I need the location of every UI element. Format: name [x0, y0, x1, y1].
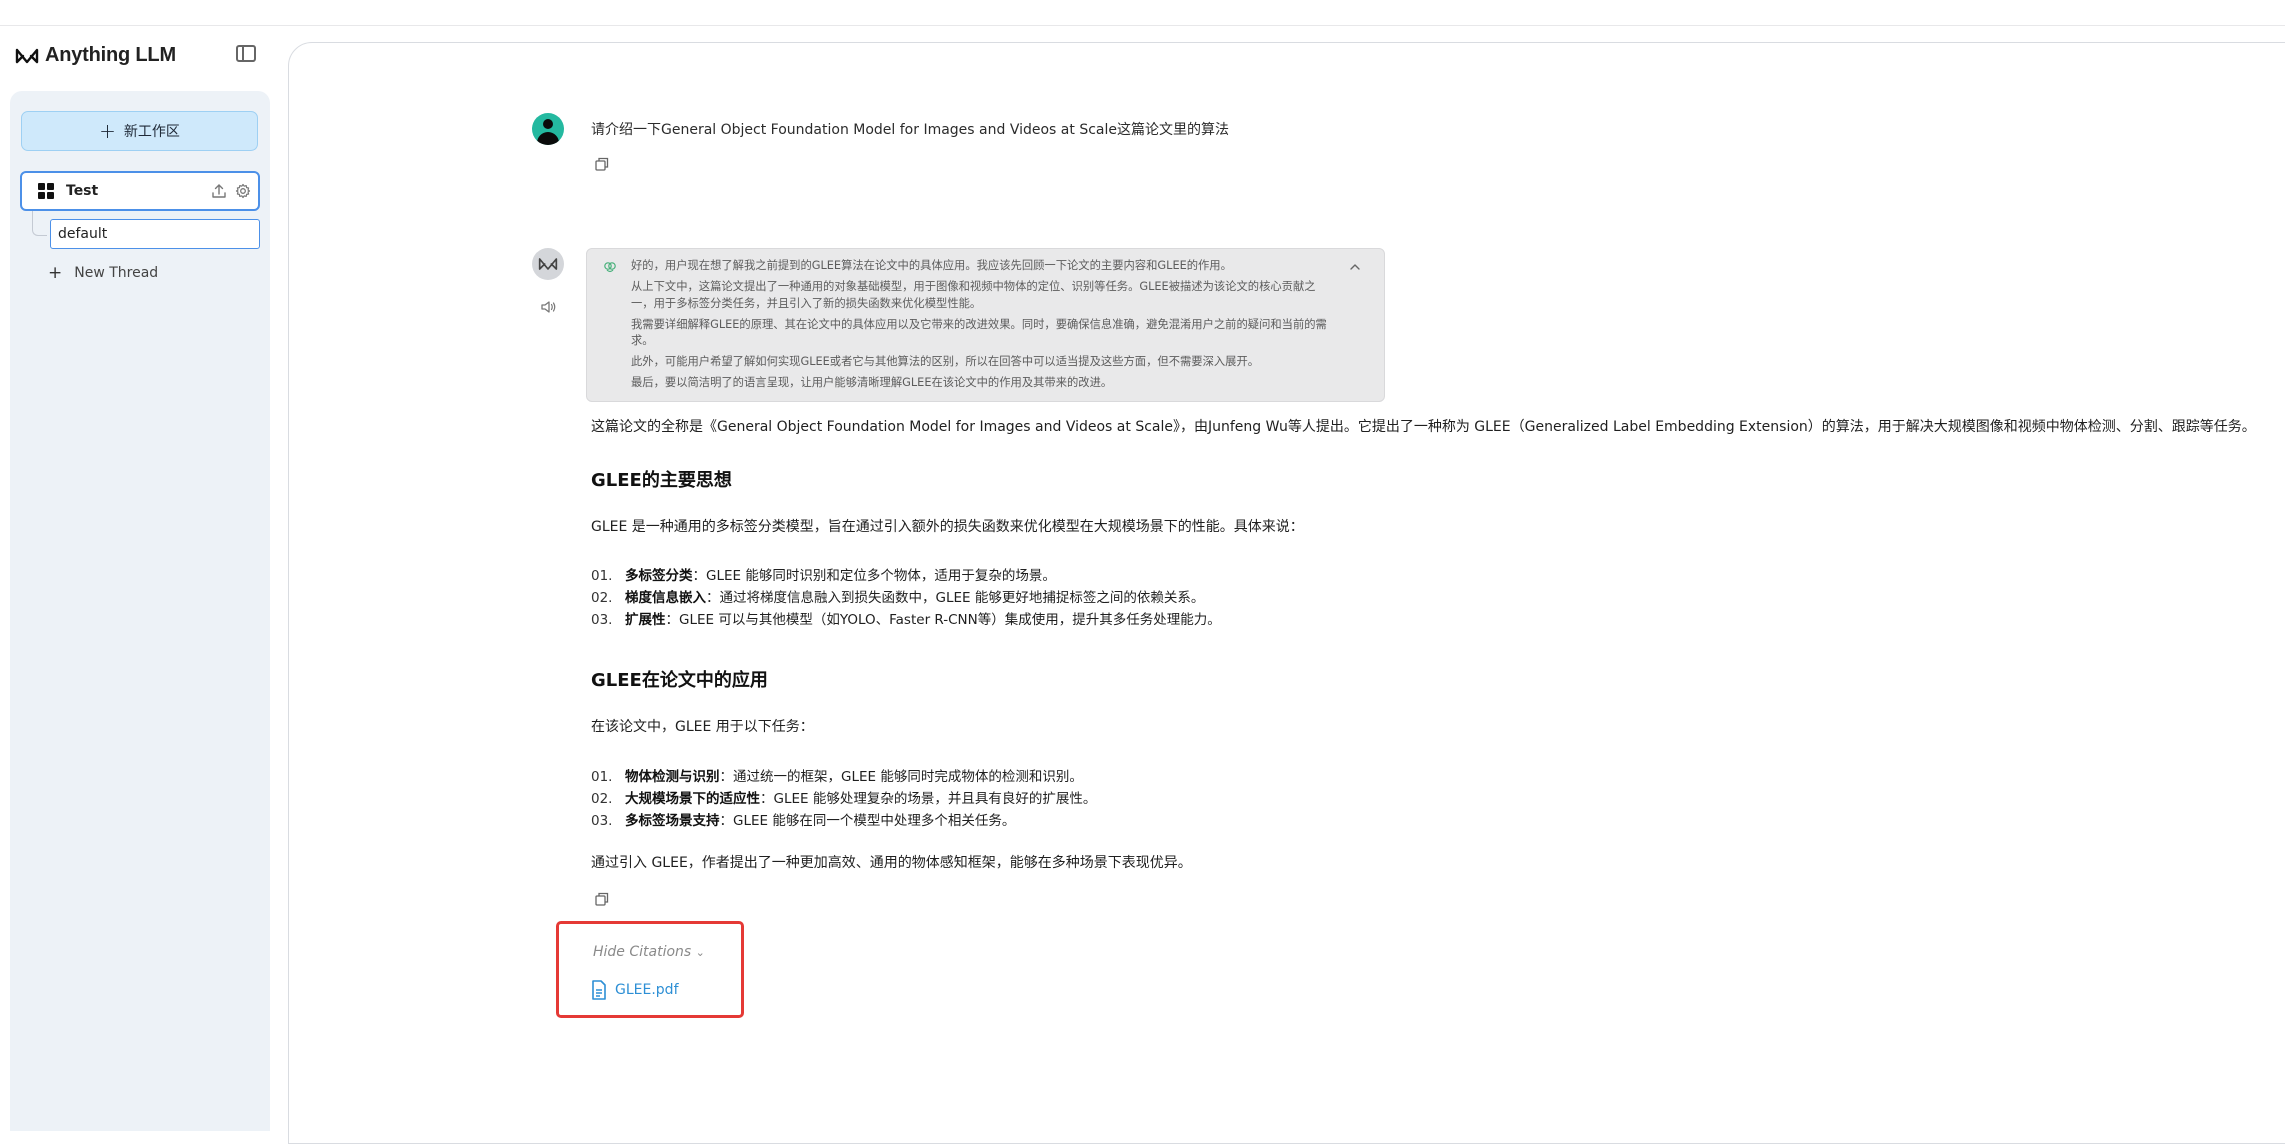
anything-llm-logo-icon: [538, 258, 558, 270]
anything-llm-logo-icon: [15, 48, 39, 63]
list-item: 02. 梯度信息嵌入：通过将梯度信息融入到损失函数中，GLEE 能够更好地捕捉标签…: [591, 590, 1205, 606]
thinking-paragraph: 好的，用户现在想了解我之前提到的GLEE算法在论文中的具体应用。我应该先回顾一下…: [631, 259, 1232, 272]
thinking-paragraph: 此外，可能用户希望了解如何实现GLEE或者它与其他算法的区别，所以在回答中可以适…: [631, 355, 1260, 368]
copy-icon[interactable]: [594, 156, 610, 172]
section-lead: GLEE 是一种通用的多标签分类模型，旨在通过引入额外的损失函数来优化模型在大规…: [591, 519, 1304, 535]
answer-conclusion: 通过引入 GLEE，作者提出了一种更加高效、通用的物体感知框架，能够在多种场景下…: [591, 855, 1192, 871]
speaker-icon[interactable]: [539, 298, 557, 316]
list-item: 01. 多标签分类：GLEE 能够同时识别和定位多个物体，适用于复杂的场景。: [591, 568, 1056, 584]
assistant-avatar: [532, 248, 564, 280]
citations-panel: Hide Citations ⌄ GLEE.pdf: [556, 921, 744, 1018]
thread-tree-connector: [32, 211, 47, 236]
brain-icon: [603, 259, 617, 273]
new-workspace-label: 新工作区: [123, 124, 180, 140]
chevron-down-icon: ⌄: [695, 946, 705, 959]
app-name: Anything LLM: [45, 44, 176, 66]
citation-file-link[interactable]: GLEE.pdf: [591, 980, 679, 1000]
section-list: 01. 物体检测与识别：通过统一的框架，GLEE 能够同时完成物体的检测和识别。 …: [591, 766, 1096, 832]
answer-intro: 这篇论文的全称是《General Object Foundation Model…: [591, 419, 2256, 435]
plus-icon: +: [99, 119, 116, 143]
section-heading: GLEE在论文中的应用: [591, 670, 768, 691]
app-logo: Anything LLM: [15, 44, 176, 67]
list-item: 02. 大规模场景下的适应性：GLEE 能够处理复杂的场景，并且具有良好的扩展性。: [591, 791, 1097, 807]
section-lead: 在该论文中，GLEE 用于以下任务：: [591, 719, 814, 735]
list-item: 03. 多标签场景支持：GLEE 能够在同一个模型中处理多个相关任务。: [591, 813, 1016, 829]
plus-icon: +: [48, 263, 63, 283]
thinking-paragraph: 最后，要以简洁明了的语言呈现，让用户能够清晰理解GLEE在该论文中的作用及其带来…: [631, 376, 1113, 389]
thinking-text: 好的，用户现在想了解我之前提到的GLEE算法在论文中的具体应用。我应该先回顾一下…: [631, 258, 1331, 396]
thinking-paragraph: 我需要详细解释GLEE的原理、其在论文中的具体应用以及它带来的改进效果。同时，要…: [631, 317, 1327, 348]
list-item: 01. 物体检测与识别：通过统一的框架，GLEE 能够同时完成物体的检测和识别。: [591, 769, 1083, 785]
section-heading: GLEE的主要思想: [591, 470, 732, 491]
thinking-paragraph: 从上下文中，这篇论文提出了一种通用的对象基础模型，用于图像和视频中物体的定位、识…: [631, 280, 1316, 310]
sidebar: + 新工作区 Test default + New Thread: [10, 91, 270, 1131]
new-workspace-button[interactable]: + 新工作区: [21, 111, 258, 151]
hide-citations-toggle[interactable]: Hide Citations ⌄: [593, 944, 705, 960]
gear-icon[interactable]: [234, 182, 252, 200]
list-item: 03. 扩展性：GLEE 可以与其他模型（如YOLO、Faster R-CNN等）…: [591, 612, 1221, 628]
user-message: 请介绍一下General Object Foundation Model for…: [591, 122, 1229, 138]
copy-icon[interactable]: [594, 891, 610, 907]
section-list: 01. 多标签分类：GLEE 能够同时识别和定位多个物体，适用于复杂的场景。 02…: [591, 565, 1221, 631]
hide-citations-label: Hide Citations: [593, 944, 692, 960]
thread-name: default: [58, 226, 108, 242]
chevron-up-icon[interactable]: [1348, 259, 1362, 273]
workspace-grid-icon: [38, 183, 54, 199]
thinking-block: 好的，用户现在想了解我之前提到的GLEE算法在论文中的具体应用。我应该先回顾一下…: [586, 248, 1385, 402]
citation-file-name: GLEE.pdf: [615, 982, 679, 998]
upload-icon[interactable]: [210, 182, 228, 200]
new-thread-button[interactable]: + New Thread: [48, 263, 158, 283]
thread-item-default[interactable]: default: [50, 219, 260, 249]
top-bar: [0, 0, 2285, 26]
workspace-name: Test: [66, 183, 99, 199]
file-icon: [592, 980, 606, 1000]
sidebar-toggle-icon[interactable]: [236, 45, 256, 62]
user-avatar: [532, 113, 564, 145]
workspace-item-test[interactable]: Test: [20, 171, 260, 211]
new-thread-label: New Thread: [74, 265, 159, 281]
